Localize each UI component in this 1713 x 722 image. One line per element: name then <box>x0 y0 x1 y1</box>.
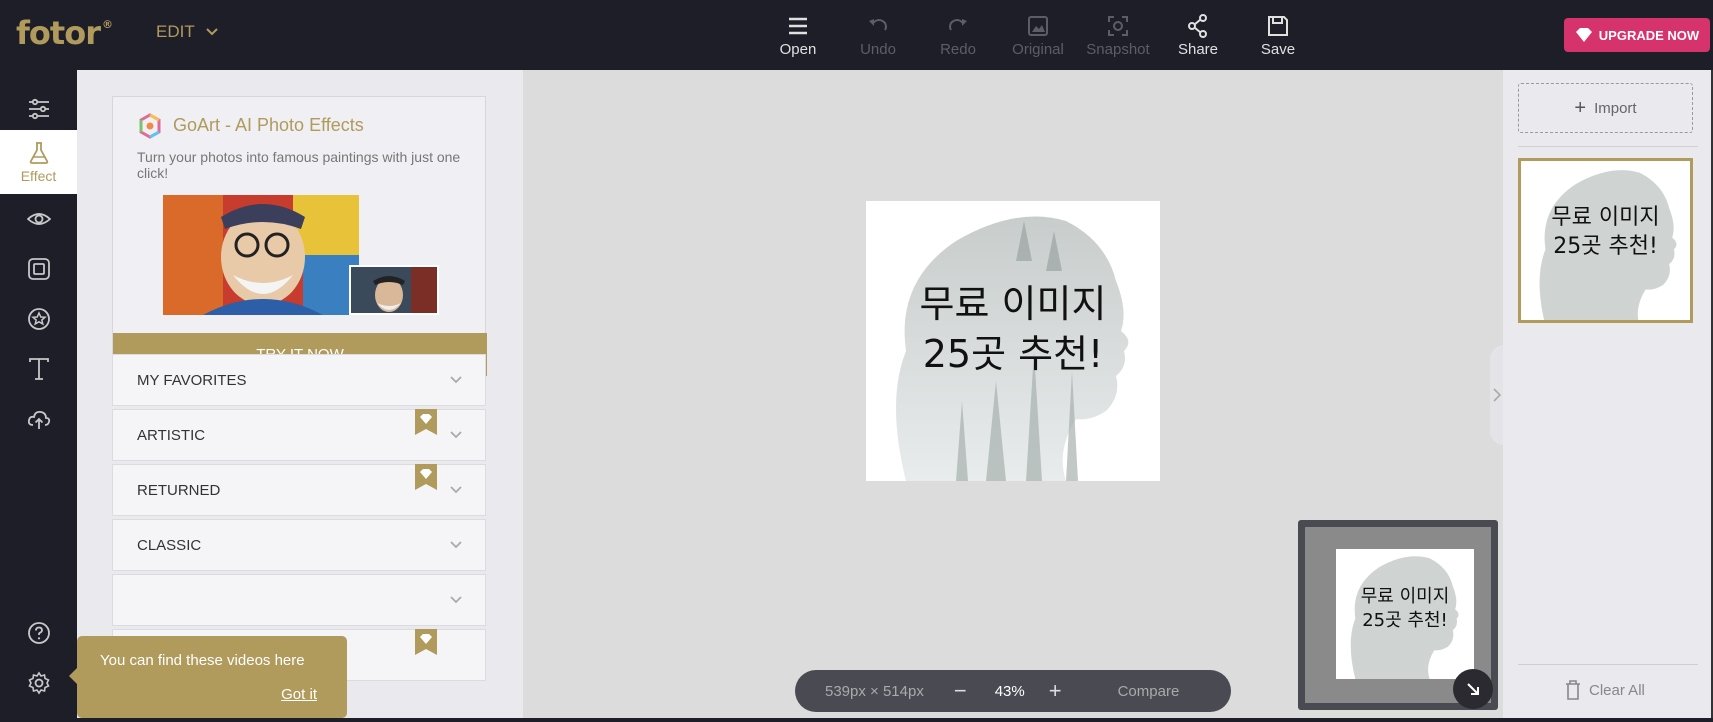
plus-icon: + <box>1574 96 1587 119</box>
chevron-down-icon <box>450 486 462 494</box>
main-toolbar: Open Undo Redo Original Snapshot Share S… <box>758 0 1318 70</box>
zoom-in-button[interactable]: + <box>1049 678 1062 704</box>
chevron-down-icon <box>450 376 462 384</box>
settings-nav-item[interactable] <box>0 660 77 706</box>
tooltip-arrow <box>69 668 77 684</box>
fotor-logo[interactable]: fotor ® <box>16 14 113 52</box>
cloud-upload-icon <box>27 410 50 429</box>
upgrade-now-button[interactable]: UPGRADE NOW <box>1564 18 1710 52</box>
trash-icon <box>1566 680 1580 700</box>
category-artistic[interactable]: ARTISTIC <box>112 409 486 461</box>
text-icon <box>28 358 49 380</box>
effect-flask-icon <box>29 141 48 164</box>
right-panel: + Import 무료 이미지 25곳 추천! Clear All <box>1503 70 1711 720</box>
editor-canvas: 무료 이미지 25곳 추천! 539px × 514px − 43% + Com… <box>523 70 1503 722</box>
pro-badge-icon <box>415 409 437 435</box>
effects-panel: GoArt - AI Photo Effects Turn your photo… <box>77 70 523 720</box>
share-button[interactable]: Share <box>1158 0 1238 70</box>
chevron-down-icon <box>450 541 462 549</box>
pro-badge-icon <box>415 629 437 655</box>
zoom-bar: 539px × 514px − 43% + Compare <box>795 670 1231 712</box>
photo-overlay-text: 무료 이미지 25곳 추천! <box>919 282 1107 376</box>
arrow-collapse-icon <box>1467 683 1479 695</box>
clear-all-button[interactable]: Clear All <box>1565 680 1645 700</box>
category-returned[interactable]: RETURNED <box>112 464 486 516</box>
undo-button[interactable]: Undo <box>838 0 918 70</box>
category-hidden[interactable] <box>112 574 486 626</box>
original-portrait-image <box>349 265 439 315</box>
help-icon <box>27 622 50 644</box>
right-panel-toggle[interactable] <box>1490 345 1504 445</box>
edit-menu-dropdown[interactable]: EDIT <box>156 22 219 42</box>
settings-icon <box>27 671 50 695</box>
open-button[interactable]: Open <box>758 0 838 70</box>
image-dimensions: 539px × 514px <box>825 682 924 700</box>
navigator-minimap: 무료 이미지 25곳 추천! <box>1298 520 1498 710</box>
tooltip-message: You can find these videos here <box>100 652 305 669</box>
promo-title: GoArt - AI Photo Effects <box>173 115 364 135</box>
help-nav-item[interactable] <box>0 610 77 656</box>
edited-photo[interactable]: 무료 이미지 25곳 추천! <box>866 201 1160 481</box>
camera-icon <box>1108 16 1128 36</box>
bottom-edge <box>0 718 1713 722</box>
share-icon <box>1188 14 1207 38</box>
zoom-level: 43% <box>994 682 1025 700</box>
clear-all-label: Clear All <box>1589 681 1645 699</box>
effect-nav-item[interactable]: Effect <box>0 130 77 194</box>
divider <box>1518 146 1698 147</box>
chevron-down-icon <box>206 28 218 36</box>
edit-menu-label: EDIT <box>156 22 195 41</box>
save-button[interactable]: Save <box>1238 0 1318 70</box>
chevron-down-icon <box>450 431 462 439</box>
compare-button[interactable]: Compare <box>1118 683 1180 700</box>
painted-portrait-image <box>163 195 359 315</box>
import-label: Import <box>1594 99 1637 117</box>
minimap-thumbnail[interactable]: 무료 이미지 25곳 추천! <box>1336 549 1474 679</box>
save-icon <box>1268 16 1288 36</box>
undo-icon <box>869 19 887 31</box>
promo-description: Turn your photos into famous paintings w… <box>137 149 461 181</box>
diamond-icon <box>1575 28 1592 42</box>
adjust-nav-item[interactable] <box>0 84 77 134</box>
redo-icon <box>949 19 967 31</box>
category-my-favorites[interactable]: MY FAVORITES <box>112 354 486 406</box>
menu-icon <box>789 17 807 35</box>
goart-promo-card: GoArt - AI Photo Effects Turn your photo… <box>112 96 487 376</box>
sticker-nav-item[interactable] <box>0 296 77 342</box>
left-sidebar: Effect <box>0 70 77 722</box>
eye-icon <box>26 213 51 225</box>
category-classic[interactable]: CLASSIC <box>112 519 486 571</box>
zoom-out-button[interactable]: − <box>954 678 967 704</box>
frame-icon <box>27 258 50 280</box>
adjust-icon <box>28 98 49 120</box>
import-button[interactable]: + Import <box>1518 83 1693 133</box>
upload-nav-item[interactable] <box>0 396 77 442</box>
minimap-text: 무료 이미지 25곳 추천! <box>1360 586 1450 631</box>
redo-button[interactable]: Redo <box>918 0 998 70</box>
goart-logo-icon <box>139 113 161 139</box>
thumbnail-text: 무료 이미지 25곳 추천! <box>1551 205 1660 259</box>
snapshot-button[interactable]: Snapshot <box>1078 0 1158 70</box>
videos-tooltip: You can find these videos here Got it <box>69 636 347 718</box>
text-nav-item[interactable] <box>0 346 77 392</box>
sticker-icon <box>27 308 50 330</box>
image-thumbnail[interactable]: 무료 이미지 25곳 추천! <box>1518 158 1693 323</box>
collapse-minimap-button[interactable] <box>1453 669 1493 709</box>
effect-nav-label: Effect <box>20 167 57 184</box>
got-it-link[interactable]: Got it <box>281 686 317 703</box>
top-bar: fotor ® EDIT Open Undo Redo Original Snap… <box>0 0 1713 70</box>
beauty-nav-item[interactable] <box>0 196 77 242</box>
chevron-down-icon <box>450 596 462 604</box>
original-button[interactable]: Original <box>998 0 1078 70</box>
pro-badge-icon <box>415 464 437 490</box>
frame-nav-item[interactable] <box>0 246 77 292</box>
divider <box>1518 664 1698 665</box>
image-icon <box>1028 16 1048 36</box>
chevron-right-icon <box>1493 388 1501 402</box>
